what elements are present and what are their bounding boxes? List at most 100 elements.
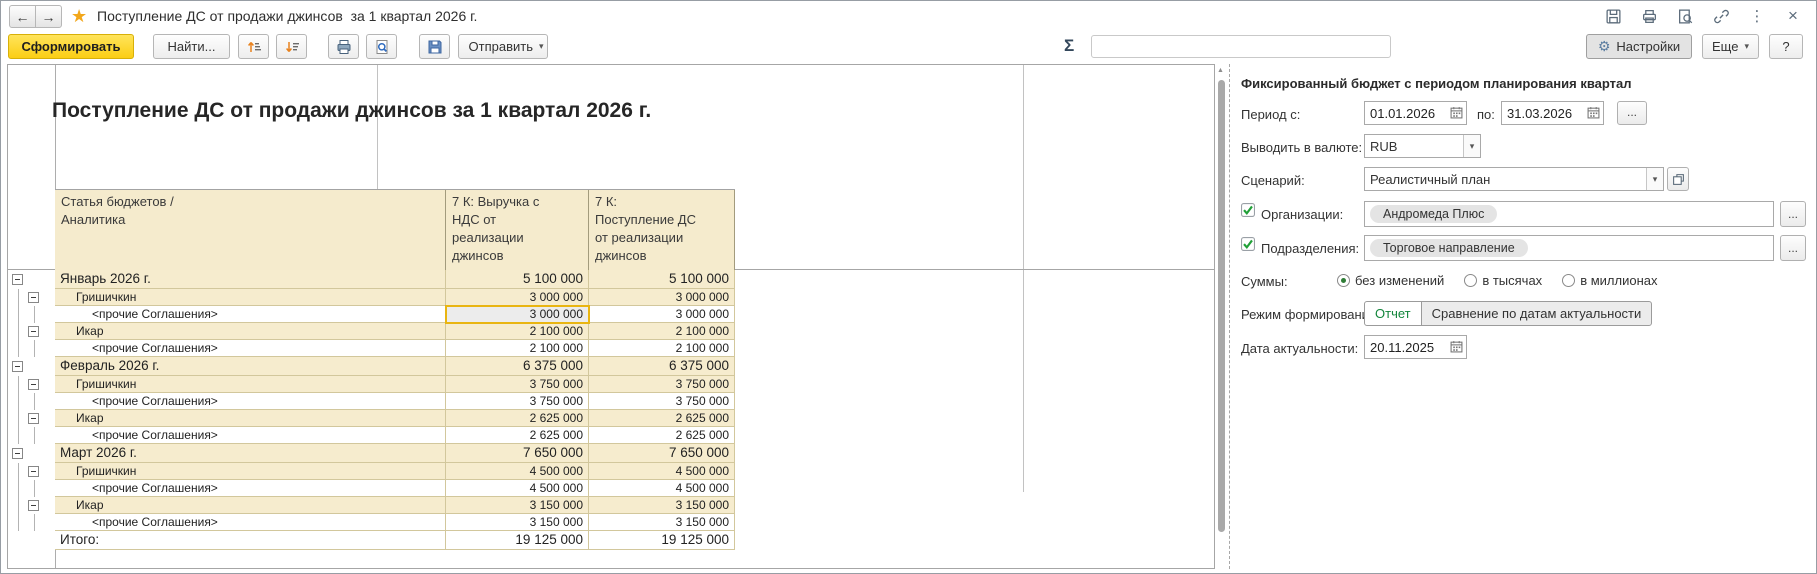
collapse-toggle[interactable] xyxy=(28,412,39,424)
calendar-icon[interactable] xyxy=(1448,104,1465,121)
cell-receipt[interactable]: 4 500 000 xyxy=(589,463,735,480)
save-button[interactable] xyxy=(419,34,450,59)
departments-checkbox[interactable] xyxy=(1241,237,1255,251)
mode-option[interactable]: Отчет xyxy=(1364,301,1422,326)
scrollbar-thumb[interactable] xyxy=(1218,80,1225,532)
amounts-option[interactable]: без изменений xyxy=(1337,273,1444,288)
table-row[interactable]: Икар 2 100 000 2 100 000 xyxy=(8,323,735,340)
amounts-option[interactable]: в миллионах xyxy=(1562,273,1657,288)
collapse-toggle[interactable] xyxy=(12,360,23,372)
print-button[interactable] xyxy=(328,34,359,59)
cell-revenue[interactable]: 2 625 000 xyxy=(446,410,589,427)
cell-revenue[interactable]: 19 125 000 xyxy=(446,531,589,550)
table-row[interactable]: Январь 2026 г. 5 100 000 5 100 000 xyxy=(8,270,735,289)
organization-chip[interactable]: Андромеда Плюс xyxy=(1370,205,1498,223)
cell-revenue[interactable]: 3 150 000 xyxy=(446,514,589,531)
cell-revenue[interactable]: 2 100 000 xyxy=(446,323,589,340)
cell-revenue[interactable]: 6 375 000 xyxy=(446,357,589,376)
column-header-revenue[interactable]: 7 К: Выручка с НДС от реализации джинсов xyxy=(446,190,589,271)
column-header-article[interactable]: Статья бюджетов / Аналитика xyxy=(55,190,446,271)
sum-input[interactable] xyxy=(1091,35,1391,58)
cell-revenue[interactable]: 5 100 000 xyxy=(446,270,589,289)
table-total-row[interactable]: Итого: 19 125 000 19 125 000 xyxy=(8,531,735,550)
table-row[interactable]: <прочие Соглашения> 3 150 000 3 150 000 xyxy=(8,514,735,531)
cell-receipt[interactable]: 6 375 000 xyxy=(589,357,735,376)
departments-field[interactable]: Торговое направление xyxy=(1364,235,1774,261)
print-icon[interactable] xyxy=(1640,7,1658,25)
collapse-toggle[interactable] xyxy=(28,499,39,511)
favorite-star-icon[interactable]: ★ xyxy=(71,5,87,27)
cell-revenue[interactable]: 2 100 000 xyxy=(446,340,589,357)
department-chip[interactable]: Торговое направление xyxy=(1370,239,1528,257)
table-row[interactable]: <прочие Соглашения> 2 100 000 2 100 000 xyxy=(8,340,735,357)
table-row[interactable]: Гришичкин 4 500 000 4 500 000 xyxy=(8,463,735,480)
table-row[interactable]: <прочие Соглашения> 3 000 000 3 000 000 xyxy=(8,305,735,324)
cell-receipt[interactable]: 5 100 000 xyxy=(589,270,735,289)
cell-revenue[interactable]: 3 750 000 xyxy=(446,393,589,410)
panel-splitter[interactable] xyxy=(1229,64,1230,569)
settings-button[interactable]: ⚙ Настройки xyxy=(1586,34,1692,59)
amounts-option[interactable]: в тысячах xyxy=(1464,273,1542,288)
generate-button[interactable]: Сформировать xyxy=(8,34,134,59)
cell-revenue[interactable]: 4 500 000 xyxy=(446,480,589,497)
cell-receipt[interactable]: 3 000 000 xyxy=(589,306,735,323)
organizations-checkbox[interactable] xyxy=(1241,203,1255,217)
forward-button[interactable]: → xyxy=(35,5,62,28)
cell-receipt[interactable]: 2 100 000 xyxy=(589,340,735,357)
cell-receipt[interactable]: 3 000 000 xyxy=(589,289,735,306)
vertical-scrollbar[interactable]: ▲ xyxy=(1216,64,1227,569)
scenario-select[interactable]: Реалистичный план ▾ xyxy=(1364,167,1664,191)
calendar-icon[interactable] xyxy=(1448,338,1465,355)
collapse-toggle[interactable] xyxy=(28,325,39,337)
cell-revenue[interactable]: 4 500 000 xyxy=(446,463,589,480)
table-row[interactable]: Гришичкин 3 000 000 3 000 000 xyxy=(8,289,735,306)
table-row[interactable]: Март 2026 г. 7 650 000 7 650 000 xyxy=(8,444,735,463)
departments-options-button[interactable]: ... xyxy=(1780,235,1806,261)
more-dots-icon[interactable]: ⋮ xyxy=(1748,7,1766,25)
cell-receipt[interactable]: 3 750 000 xyxy=(589,376,735,393)
more-button[interactable]: Еще ▾ xyxy=(1702,34,1759,59)
sort-ascending-button[interactable] xyxy=(238,34,269,59)
collapse-toggle[interactable] xyxy=(12,273,23,285)
table-row[interactable]: Гришичкин 3 750 000 3 750 000 xyxy=(8,376,735,393)
cell-receipt[interactable]: 3 750 000 xyxy=(589,393,735,410)
organizations-options-button[interactable]: ... xyxy=(1780,201,1806,227)
cell-receipt[interactable]: 3 150 000 xyxy=(589,497,735,514)
scenario-open-button[interactable] xyxy=(1667,167,1689,191)
collapse-toggle[interactable] xyxy=(28,291,39,303)
calendar-icon[interactable] xyxy=(1585,104,1602,121)
help-button[interactable]: ? xyxy=(1769,34,1803,59)
cell-receipt[interactable]: 4 500 000 xyxy=(589,480,735,497)
table-row[interactable]: Икар 2 625 000 2 625 000 xyxy=(8,410,735,427)
cell-receipt[interactable]: 2 625 000 xyxy=(589,410,735,427)
collapse-toggle[interactable] xyxy=(28,378,39,390)
table-row[interactable]: <прочие Соглашения> 3 750 000 3 750 000 xyxy=(8,393,735,410)
cell-revenue[interactable]: 3 000 000 xyxy=(446,289,589,306)
currency-select[interactable]: RUB ▾ xyxy=(1364,134,1481,158)
organizations-field[interactable]: Андромеда Плюс xyxy=(1364,201,1774,227)
mode-option[interactable]: Сравнение по датам актуальности xyxy=(1420,301,1653,326)
find-button[interactable]: Найти... xyxy=(153,34,230,59)
cell-revenue[interactable]: 3 750 000 xyxy=(446,376,589,393)
back-button[interactable]: ← xyxy=(9,5,36,28)
link-icon[interactable] xyxy=(1712,7,1730,25)
table-row[interactable]: Февраль 2026 г. 6 375 000 6 375 000 xyxy=(8,357,735,376)
cell-revenue[interactable]: 7 650 000 xyxy=(446,444,589,463)
chevron-down-icon[interactable]: ▾ xyxy=(1463,135,1480,157)
period-options-button[interactable]: ... xyxy=(1617,101,1647,125)
collapse-toggle[interactable] xyxy=(12,447,23,459)
cell-receipt[interactable]: 2 625 000 xyxy=(589,427,735,444)
table-row[interactable]: Икар 3 150 000 3 150 000 xyxy=(8,497,735,514)
preview-button[interactable] xyxy=(366,34,397,59)
send-button[interactable]: Отправить ▾ xyxy=(458,34,548,59)
table-row[interactable]: <прочие Соглашения> 4 500 000 4 500 000 xyxy=(8,480,735,497)
scroll-up-icon[interactable]: ▲ xyxy=(1217,67,1224,74)
print-preview-icon[interactable] xyxy=(1676,7,1694,25)
selected-cell[interactable]: 3 000 000 xyxy=(445,305,590,324)
chevron-down-icon[interactable]: ▾ xyxy=(1646,168,1663,190)
column-header-receipt[interactable]: 7 К: Поступление ДС от реализации джинсо… xyxy=(589,190,735,271)
close-icon[interactable]: × xyxy=(1784,6,1802,25)
cell-revenue[interactable]: 2 625 000 xyxy=(446,427,589,444)
table-row[interactable]: <прочие Соглашения> 2 625 000 2 625 000 xyxy=(8,427,735,444)
cell-receipt[interactable]: 7 650 000 xyxy=(589,444,735,463)
